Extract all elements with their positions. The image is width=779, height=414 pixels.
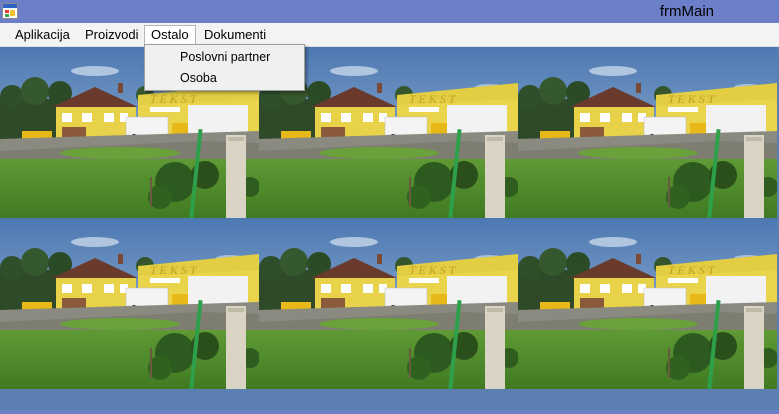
menu-aplikacija[interactable]: Aplikacija xyxy=(9,25,76,44)
menu-item-poslovni-partner[interactable]: Poslovni partner xyxy=(146,47,303,68)
background-tile: T E K S T xyxy=(518,47,777,218)
background-tile: T E K S T xyxy=(259,218,518,389)
svg-text:T E K S T: T E K S T xyxy=(668,92,716,106)
ostalo-dropdown: Poslovni partner Osoba xyxy=(144,44,305,91)
menu-ostalo[interactable]: Ostalo xyxy=(144,25,196,44)
svg-text:T E K S T: T E K S T xyxy=(668,263,716,277)
menu-item-osoba[interactable]: Osoba xyxy=(146,68,303,89)
app-window-icon[interactable] xyxy=(2,3,18,19)
window-bottom-border xyxy=(0,410,779,414)
background-tile: T E K S T xyxy=(518,218,777,389)
svg-text:T E K S T: T E K S T xyxy=(150,263,198,277)
tiled-photo-background: T E K S T T E K S T T E K S T T E K S T … xyxy=(0,47,779,410)
svg-text:T E K S T: T E K S T xyxy=(409,92,457,106)
svg-text:T E K S T: T E K S T xyxy=(150,92,198,106)
svg-text:T E K S T: T E K S T xyxy=(409,263,457,277)
title-bar: frmMain xyxy=(0,0,779,23)
menu-proizvodi[interactable]: Proizvodi xyxy=(79,25,144,44)
menu-bar: Aplikacija Proizvodi Ostalo Dokumenti xyxy=(0,23,779,47)
background-tile: T E K S T xyxy=(0,218,259,389)
menu-dokumenti[interactable]: Dokumenti xyxy=(198,25,272,44)
window-title: frmMain xyxy=(659,3,714,20)
